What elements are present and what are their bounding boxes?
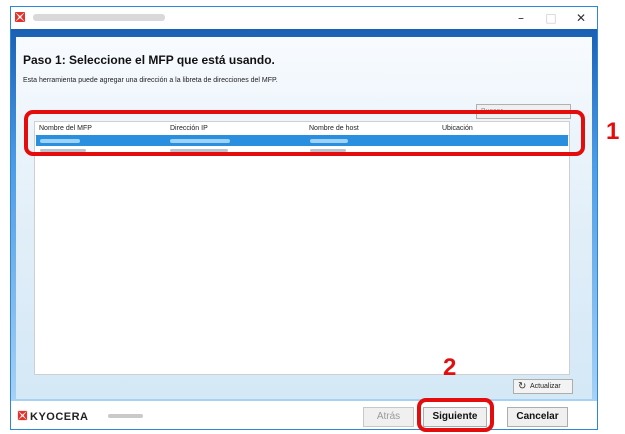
kyocera-logo-text: KYOCERA — [30, 411, 89, 423]
step-description: Esta herramienta puede agregar una direc… — [23, 77, 278, 84]
cancel-button[interactable]: Cancelar — [507, 407, 568, 427]
refresh-icon: ↻ — [518, 381, 527, 392]
refresh-button[interactable]: ↻ Actualizar — [513, 379, 573, 394]
maximize-button[interactable]: □ — [537, 10, 565, 26]
kyocera-logo-icon — [17, 410, 28, 421]
callout-number-2: 2 — [443, 354, 457, 381]
wizard-panel: Paso 1: Seleccione el MFP que está usand… — [16, 37, 592, 399]
title-bar: – □ ✕ — [11, 7, 597, 29]
minimize-button[interactable]: – — [507, 10, 535, 26]
close-button[interactable]: ✕ — [567, 10, 595, 26]
refresh-button-label: Actualizar — [530, 383, 561, 390]
callout-box-table-row — [24, 110, 585, 156]
version-text-blurred — [108, 414, 143, 418]
callout-number-1: 1 — [606, 118, 620, 145]
back-button[interactable]: Atrás — [363, 407, 414, 427]
wizard-footer: KYOCERA Atrás Siguiente Cancelar — [11, 401, 597, 429]
mfp-table: Nombre del MFP Dirección IP Nombre de ho… — [34, 121, 570, 375]
kyocera-logo: KYOCERA — [17, 410, 89, 423]
app-window: – □ ✕ Paso 1: Seleccione el MFP que está… — [10, 6, 598, 430]
window-title-blurred — [33, 14, 165, 21]
wizard-background: Paso 1: Seleccione el MFP que está usand… — [11, 29, 597, 401]
callout-box-next-button — [417, 398, 494, 432]
kyocera-app-icon — [15, 12, 25, 22]
step-title: Paso 1: Seleccione el MFP que está usand… — [23, 53, 275, 67]
